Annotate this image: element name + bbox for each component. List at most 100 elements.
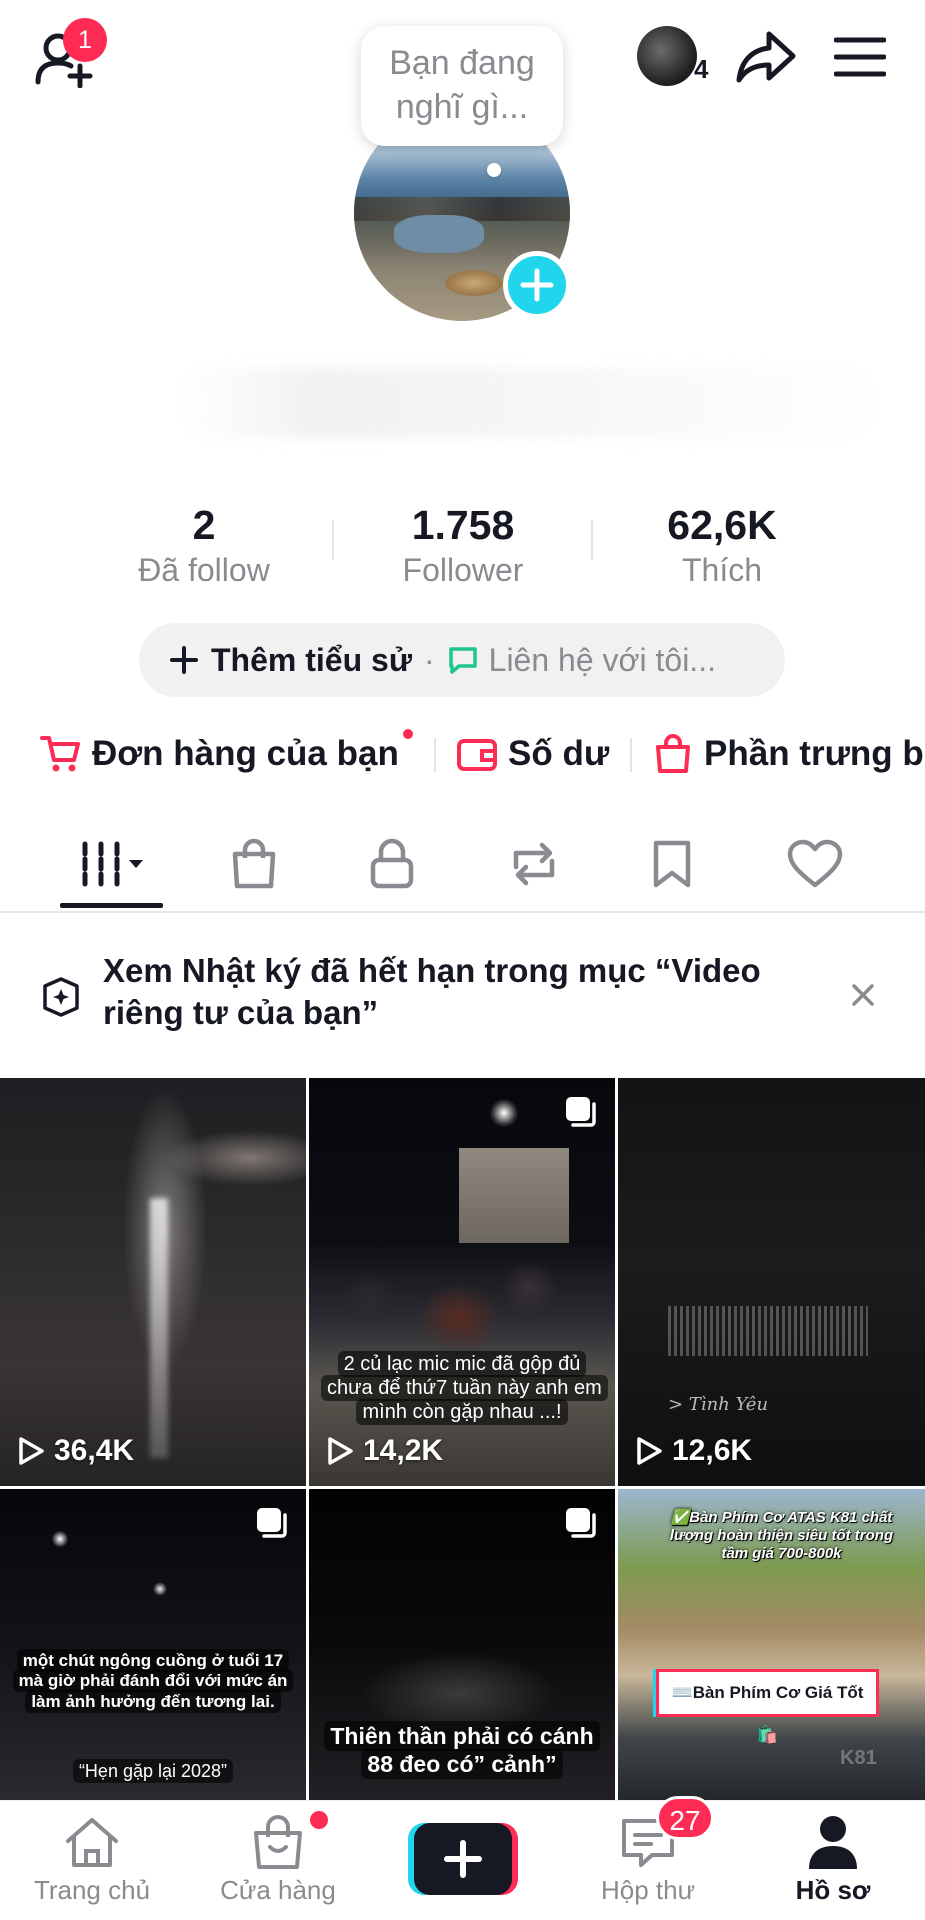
shopping-bag-icon bbox=[656, 734, 690, 773]
heart-icon bbox=[787, 839, 843, 888]
view-count-text: 14,2K bbox=[363, 1434, 444, 1467]
video-tile[interactable]: > Tình Yêu 12,6K bbox=[618, 1078, 925, 1486]
cart-icon bbox=[40, 736, 80, 772]
profile-tabs bbox=[0, 818, 925, 913]
video-tile[interactable]: 2 củ lạc mic mic đã gộp đủ chưa để thứ7 … bbox=[309, 1078, 615, 1486]
share-profile-button[interactable] bbox=[735, 28, 797, 86]
tab-reposts[interactable] bbox=[484, 818, 584, 910]
nav-profile-label: Hồ sơ bbox=[795, 1875, 871, 1905]
shop-notification-dot bbox=[310, 1811, 328, 1829]
showcase-button[interactable]: Phần trưng b bbox=[654, 726, 924, 782]
banner-text: Xem Nhật ký đã hết hạn trong mục “Video … bbox=[103, 952, 761, 1031]
thought-bubble-text: Bạn đang nghĩ gì... bbox=[389, 44, 535, 126]
multi-photo-icon bbox=[257, 1508, 287, 1538]
tab-videos[interactable] bbox=[60, 818, 163, 910]
play-icon bbox=[19, 1437, 44, 1465]
play-icon bbox=[637, 1437, 662, 1465]
multi-photo-icon bbox=[566, 1097, 596, 1127]
friend-request-badge: 1 bbox=[63, 18, 107, 62]
videos-grid-icon bbox=[82, 841, 143, 887]
video-caption: Thiên thần phải có cánh 88 đeo có” cảnh” bbox=[315, 1721, 609, 1779]
balance-button[interactable]: Số dư bbox=[456, 726, 609, 782]
repost-icon bbox=[513, 842, 555, 886]
create-button[interactable] bbox=[408, 1823, 518, 1895]
wallet-icon bbox=[457, 739, 497, 771]
tab-shop[interactable] bbox=[204, 818, 304, 910]
thought-bubble[interactable]: Bạn đang nghĩ gì... bbox=[361, 26, 563, 146]
video-tile[interactable]: một chút ngông cuồng ở tuổi 17 mà giờ ph… bbox=[0, 1489, 306, 1800]
video-tile[interactable]: 36,4K bbox=[0, 1078, 306, 1486]
multi-photo-icon bbox=[566, 1508, 596, 1538]
story-avatar[interactable] bbox=[637, 26, 697, 86]
nav-inbox-label: Hộp thư bbox=[600, 1875, 695, 1905]
shopping-bag-icon bbox=[232, 838, 276, 889]
product-banner-text: ⌨️Bàn Phím Cơ Giá Tốt 🛍️ bbox=[671, 1683, 864, 1744]
nav-home[interactable]: Trang chủ bbox=[7, 1801, 177, 1920]
contact-label: Liên hệ với tôi... bbox=[488, 641, 716, 678]
active-tab-indicator bbox=[60, 903, 163, 908]
story-count: 4 bbox=[694, 54, 709, 84]
expired-diary-banner[interactable]: Xem Nhật ký đã hết hạn trong mục “Video … bbox=[0, 940, 925, 1050]
inbox-badge: 27 bbox=[656, 1796, 714, 1840]
shop-divider bbox=[630, 738, 632, 772]
view-count: 36,4K bbox=[16, 1434, 134, 1468]
stat-likes-label: Thích bbox=[681, 552, 763, 588]
contact-button[interactable]: Liên hệ với tôi... bbox=[447, 642, 716, 679]
overlay-text: > Tình Yêu bbox=[668, 1394, 769, 1415]
orders-dot bbox=[403, 729, 413, 739]
nav-shop[interactable]: Cửa hàng bbox=[193, 1801, 363, 1920]
nav-home-label: Trang chủ bbox=[33, 1875, 151, 1905]
tab-saved[interactable] bbox=[622, 818, 722, 910]
stat-following-value: 2 bbox=[192, 502, 216, 548]
video-caption-secondary: “Hẹn gặp lại 2028” bbox=[6, 1759, 300, 1783]
view-count: 12,6K bbox=[634, 1434, 752, 1468]
video-tile[interactable]: ✅Bàn Phím Cơ ATAS K81 chất lượng hoàn th… bbox=[618, 1489, 925, 1800]
shop-divider bbox=[434, 738, 436, 772]
stat-likes[interactable]: 62,6K Thích bbox=[612, 502, 832, 590]
tab-private[interactable] bbox=[342, 818, 442, 910]
bio-separator: · bbox=[423, 641, 435, 678]
product-banner: ⌨️Bàn Phím Cơ Giá Tốt 🛍️ bbox=[656, 1669, 879, 1744]
video-caption-text: Thiên thần phải có cánh 88 đeo có” cảnh” bbox=[324, 1721, 600, 1779]
view-count-text: 12,6K bbox=[672, 1434, 753, 1467]
share-icon bbox=[736, 31, 796, 83]
close-banner-button[interactable] bbox=[848, 980, 878, 1010]
keyboard-brand: K81 bbox=[840, 1747, 877, 1769]
play-icon bbox=[328, 1437, 353, 1465]
plus-icon bbox=[170, 646, 198, 674]
stat-following[interactable]: 2 Đã follow bbox=[94, 502, 314, 590]
bookmark-icon bbox=[653, 840, 691, 888]
stat-following-label: Đã follow bbox=[138, 552, 270, 588]
nav-profile[interactable]: Hồ sơ bbox=[748, 1801, 918, 1920]
stat-followers-value: 1.758 bbox=[411, 502, 515, 548]
stat-divider bbox=[591, 520, 593, 560]
video-tile[interactable]: Thiên thần phải có cánh 88 đeo có” cảnh” bbox=[309, 1489, 615, 1800]
hamburger-icon bbox=[833, 37, 887, 77]
home-icon bbox=[66, 1818, 118, 1867]
diary-icon bbox=[43, 977, 79, 1017]
add-bio-button[interactable]: Thêm tiểu sử bbox=[169, 642, 412, 679]
stat-followers-label: Follower bbox=[402, 552, 524, 588]
video-caption: một chút ngông cuồng ở tuổi 17 mà giờ ph… bbox=[6, 1649, 300, 1713]
video-caption-text: 2 củ lạc mic mic đã gộp đủ chưa để thứ7 … bbox=[321, 1351, 608, 1425]
menu-button[interactable] bbox=[833, 36, 887, 78]
showcase-label: Phần trưng b bbox=[704, 734, 924, 773]
nav-inbox[interactable]: 27 Hộp thư bbox=[563, 1796, 733, 1920]
video-caption-text: một chút ngông cuồng ở tuổi 17 mà giờ ph… bbox=[12, 1649, 294, 1713]
shopping-bag-icon bbox=[254, 1815, 302, 1869]
shop-row: Đơn hàng của bạn Số dư Phần trưng b bbox=[0, 726, 925, 782]
stat-divider bbox=[332, 520, 334, 560]
plus-icon bbox=[520, 268, 554, 302]
tab-liked[interactable] bbox=[760, 818, 870, 910]
nav-shop-label: Cửa hàng bbox=[220, 1875, 336, 1905]
close-icon bbox=[852, 984, 874, 1006]
video-caption: 2 củ lạc mic mic đã gộp đủ chưa để thứ7 … bbox=[321, 1351, 608, 1425]
light-streak bbox=[150, 1198, 168, 1458]
stat-followers[interactable]: 1.758 Follower bbox=[353, 502, 573, 590]
username-blurred bbox=[180, 368, 880, 438]
orders-label: Đơn hàng của bạn bbox=[92, 734, 399, 773]
waveform-graphic bbox=[668, 1306, 868, 1356]
lock-icon bbox=[370, 838, 414, 889]
orders-button[interactable]: Đơn hàng của bạn bbox=[40, 726, 399, 782]
add-story-button[interactable] bbox=[503, 251, 571, 319]
